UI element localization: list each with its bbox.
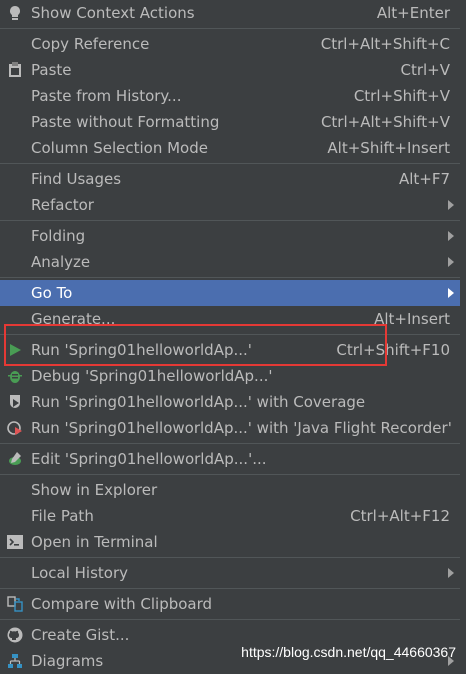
- menu-separator: [0, 163, 460, 164]
- menu-item-column-selection-mode[interactable]: Column Selection Mode Alt+Shift+Insert: [0, 135, 460, 161]
- menu-item-generate[interactable]: Generate... Alt+Insert: [0, 306, 460, 332]
- coverage-icon: [7, 394, 23, 410]
- menu-item-label: Show in Explorer: [31, 481, 158, 499]
- menu-item-shortcut: Alt+Shift+Insert: [327, 139, 450, 157]
- menu-item-shortcut: Ctrl+Shift+F10: [336, 341, 450, 359]
- menu-separator: [0, 220, 460, 221]
- menu-item-open-in-terminal[interactable]: Open in Terminal: [0, 529, 460, 555]
- menu-item-run[interactable]: Run 'Spring01helloworldAp...' Ctrl+Shift…: [0, 337, 460, 363]
- menu-item-edit-configuration[interactable]: Edit 'Spring01helloworldAp...'...: [0, 446, 460, 472]
- menu-item-label: Debug 'Spring01helloworldAp...': [31, 367, 273, 385]
- menu-item-label: Diagrams: [31, 652, 104, 670]
- menu-item-local-history[interactable]: Local History: [0, 560, 460, 586]
- menu-item-paste[interactable]: Paste Ctrl+V: [0, 57, 460, 83]
- menu-item-shortcut: Ctrl+Alt+Shift+V: [320, 113, 450, 131]
- menu-item-shortcut: Ctrl+V: [400, 61, 450, 79]
- run-icon: [7, 342, 23, 358]
- debug-icon: [7, 368, 23, 384]
- menu-separator: [0, 619, 460, 620]
- menu-item-label: File Path: [31, 507, 94, 525]
- menu-separator: [0, 28, 460, 29]
- menu-item-refactor[interactable]: Refactor: [0, 192, 460, 218]
- menu-item-shortcut: Ctrl+Shift+V: [353, 87, 450, 105]
- menu-item-label: Find Usages: [31, 170, 122, 188]
- menu-item-label: Paste without Formatting: [31, 113, 220, 131]
- menu-separator: [0, 588, 460, 589]
- menu-item-go-to[interactable]: Go To: [0, 280, 460, 306]
- menu-item-shortcut: Alt+Enter: [376, 4, 450, 22]
- compare-icon: [7, 596, 23, 612]
- menu-item-run-with-jfr[interactable]: Run 'Spring01helloworldAp...' with 'Java…: [0, 415, 460, 441]
- menu-item-label: Run 'Spring01helloworldAp...' with 'Java…: [31, 419, 452, 437]
- context-menu: Show Context Actions Alt+Enter Copy Refe…: [0, 0, 461, 670]
- menu-item-label: Local History: [31, 564, 129, 582]
- menu-item-file-path[interactable]: File Path Ctrl+Alt+F12: [0, 503, 460, 529]
- menu-item-label: Run 'Spring01helloworldAp...': [31, 341, 252, 359]
- menu-item-compare-with-clipboard[interactable]: Compare with Clipboard: [0, 591, 460, 617]
- menu-item-label: Run 'Spring01helloworldAp...' with Cover…: [31, 393, 366, 411]
- menu-item-label: Column Selection Mode: [31, 139, 208, 157]
- menu-edge: [460, 0, 466, 670]
- menu-item-label: Analyze: [31, 253, 91, 271]
- menu-item-shortcut: Ctrl+Alt+Shift+C: [320, 35, 450, 53]
- menu-item-find-usages[interactable]: Find Usages Alt+F7: [0, 166, 460, 192]
- menu-item-debug[interactable]: Debug 'Spring01helloworldAp...': [0, 363, 460, 389]
- menu-item-label: Folding: [31, 227, 86, 245]
- menu-separator: [0, 334, 460, 335]
- menu-item-run-with-coverage[interactable]: Run 'Spring01helloworldAp...' with Cover…: [0, 389, 460, 415]
- menu-item-label: Generate...: [31, 310, 116, 328]
- flight-recorder-icon: [7, 420, 23, 436]
- menu-item-show-in-explorer[interactable]: Show in Explorer: [0, 477, 460, 503]
- submenu-arrow-icon: [448, 231, 454, 241]
- menu-item-label: Refactor: [31, 196, 94, 214]
- clipboard-icon: [7, 62, 23, 78]
- menu-item-folding[interactable]: Folding: [0, 223, 460, 249]
- diagram-icon: [7, 653, 23, 669]
- menu-item-show-context-actions[interactable]: Show Context Actions Alt+Enter: [0, 0, 460, 26]
- bulb-icon: [7, 5, 23, 21]
- menu-item-label: Copy Reference: [31, 35, 150, 53]
- menu-item-paste-from-history[interactable]: Paste from History... Ctrl+Shift+V: [0, 83, 460, 109]
- menu-item-label: Show Context Actions: [31, 4, 195, 22]
- menu-item-label: Compare with Clipboard: [31, 595, 213, 613]
- menu-item-paste-without-formatting[interactable]: Paste without Formatting Ctrl+Alt+Shift+…: [0, 109, 460, 135]
- menu-separator: [0, 277, 460, 278]
- menu-item-label: Go To: [31, 284, 73, 302]
- menu-item-shortcut: Alt+Insert: [374, 310, 450, 328]
- menu-separator: [0, 443, 460, 444]
- menu-item-label: Paste: [31, 61, 72, 79]
- menu-item-label: Open in Terminal: [31, 533, 158, 551]
- menu-item-label: Paste from History...: [31, 87, 182, 105]
- menu-item-label: Create Gist...: [31, 626, 130, 644]
- submenu-arrow-icon: [448, 257, 454, 267]
- menu-item-label: Edit 'Spring01helloworldAp...'...: [31, 450, 267, 468]
- menu-item-shortcut: Alt+F7: [398, 170, 450, 188]
- menu-item-shortcut: Ctrl+Alt+F12: [350, 507, 450, 525]
- submenu-arrow-icon: [448, 568, 454, 578]
- menu-item-copy-reference[interactable]: Copy Reference Ctrl+Alt+Shift+C: [0, 31, 460, 57]
- edit-config-icon: [7, 451, 23, 467]
- menu-separator: [0, 474, 460, 475]
- submenu-arrow-icon: [448, 200, 454, 210]
- submenu-arrow-icon: [448, 288, 454, 298]
- watermark: https://blog.csdn.net/qq_44660367: [241, 644, 456, 660]
- terminal-icon: [7, 534, 23, 550]
- menu-separator: [0, 557, 460, 558]
- menu-item-analyze[interactable]: Analyze: [0, 249, 460, 275]
- github-icon: [7, 627, 23, 643]
